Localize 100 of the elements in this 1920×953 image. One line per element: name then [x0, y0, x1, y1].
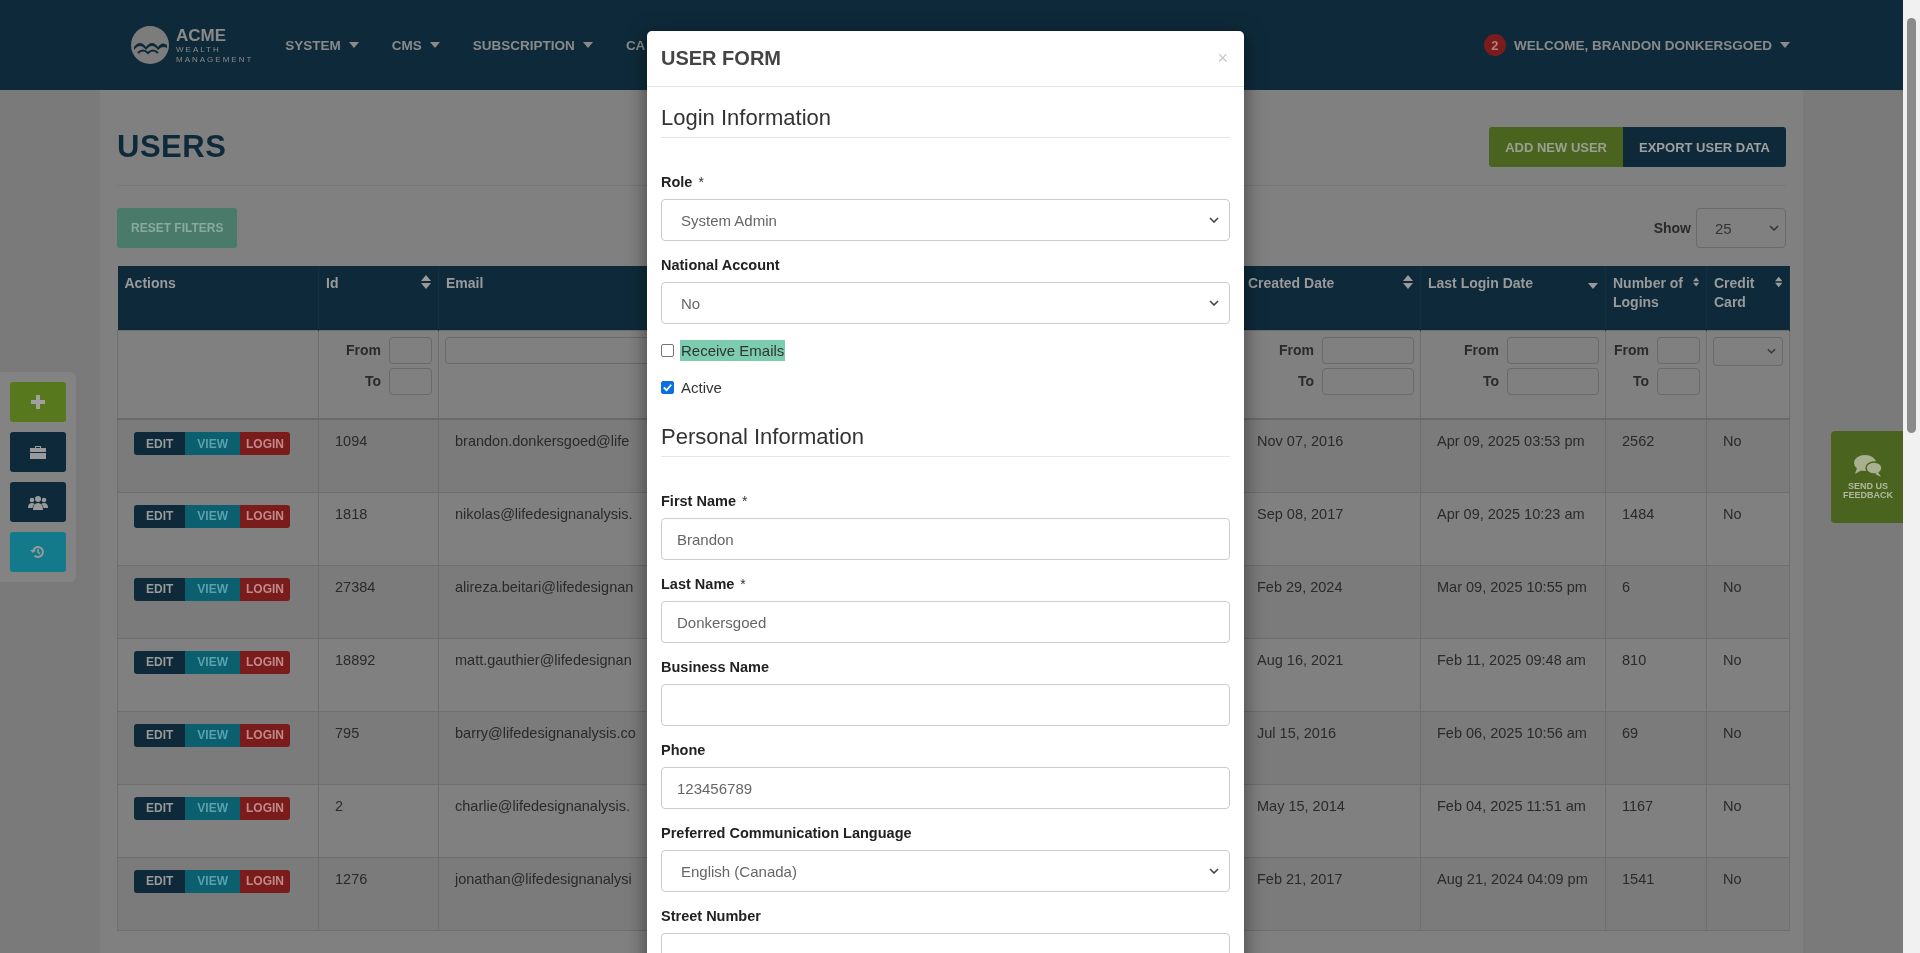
required-mark: *	[741, 493, 748, 509]
input-field[interactable]: Donkersgoed	[661, 601, 1230, 643]
briefcase-icon	[29, 444, 47, 460]
table-cell: 6	[1622, 578, 1631, 595]
view-button[interactable]: VIEW	[185, 577, 240, 601]
edit-button[interactable]: EDIT	[134, 504, 186, 528]
column-header[interactable]: Number of Logins	[1605, 266, 1707, 330]
table-cell: 1818	[335, 505, 368, 522]
nav-menu-item[interactable]: SYSTEM	[285, 37, 359, 53]
view-button[interactable]: VIEW	[185, 504, 240, 528]
edit-button[interactable]: EDIT	[134, 723, 186, 747]
table-cell: No	[1723, 870, 1742, 887]
view-button[interactable]: VIEW	[185, 869, 240, 893]
table-cell: Jul 15, 2016	[1257, 724, 1336, 741]
column-header[interactable]: Actions	[117, 266, 319, 330]
column-header[interactable]: Credit Card	[1706, 266, 1790, 330]
scrollbar[interactable]	[1903, 0, 1920, 953]
caret-icon	[429, 42, 440, 48]
field-label: National Account	[661, 257, 780, 273]
table-cell: 1541	[1622, 870, 1655, 887]
checkbox-label[interactable]: Receive Emails	[680, 340, 786, 361]
table-cell: Feb 29, 2024	[1257, 578, 1343, 595]
nav-menu-item[interactable]: CA	[625, 37, 646, 53]
checkbox-label[interactable]: Active	[680, 377, 723, 398]
chat-bubbles-icon	[1853, 454, 1883, 478]
table-cell: barry@lifedesignanalysis.co	[455, 724, 636, 741]
field-label: First Name	[661, 493, 736, 509]
login-button[interactable]: LOGIN	[240, 796, 290, 820]
table-cell: 18892	[335, 651, 376, 668]
page-size-select[interactable]: 25	[1696, 208, 1786, 248]
briefcase-button[interactable]	[10, 432, 66, 472]
table-cell: 795	[335, 724, 360, 741]
select-field[interactable]: English (Canada)	[661, 850, 1230, 892]
table-cell: Mar 09, 2025 10:55 pm	[1437, 578, 1587, 595]
export-button[interactable]: EXPORT USER DATA	[1623, 127, 1786, 167]
checkbox[interactable]	[661, 344, 674, 357]
table-cell: No	[1723, 724, 1742, 741]
table-cell: Aug 16, 2021	[1257, 651, 1344, 668]
table-cell: brandon.donkersgoed@life	[455, 433, 630, 449]
notification-badge[interactable]: 2	[1484, 34, 1506, 56]
login-button[interactable]: LOGIN	[240, 650, 290, 674]
select-field[interactable]: No	[661, 282, 1230, 324]
view-button[interactable]: VIEW	[185, 432, 240, 455]
dialog-title: USER FORM	[661, 47, 781, 70]
view-button[interactable]: VIEW	[185, 723, 240, 747]
field-label: Phone	[661, 742, 706, 758]
table-cell: No	[1723, 505, 1742, 522]
chevron-icon	[1209, 217, 1219, 223]
field-label: Preferred Communication Language	[661, 825, 912, 841]
table-cell: 810	[1622, 651, 1647, 668]
table-cell: No	[1723, 651, 1742, 668]
filter-select[interactable]	[1713, 336, 1783, 366]
login-button[interactable]: LOGIN	[240, 869, 290, 893]
select-field[interactable]: System Admin	[661, 199, 1230, 241]
table-cell: 1094	[335, 433, 368, 449]
sort-icon	[421, 274, 431, 290]
nav-menu-item[interactable]: CMS	[391, 37, 440, 53]
table-cell: Aug 21, 2024 04:09 pm	[1437, 870, 1588, 887]
table-cell: nikolas@lifedesignanalysis.	[455, 505, 633, 522]
edit-button[interactable]: EDIT	[134, 650, 186, 674]
add-user-button[interactable]: ADD NEW USER	[1489, 127, 1623, 167]
logo-tagline: MANAGEMENT	[176, 55, 254, 64]
table-cell: May 15, 2014	[1257, 797, 1345, 814]
input-field[interactable]: 123456789	[661, 767, 1230, 809]
login-button[interactable]: LOGIN	[240, 723, 290, 747]
section-heading: Personal Information	[661, 424, 1230, 457]
login-button[interactable]: LOGIN	[240, 504, 290, 528]
chevron-icon	[1769, 225, 1779, 231]
table-cell: Sep 08, 2017	[1257, 505, 1344, 522]
login-button[interactable]: LOGIN	[240, 432, 290, 455]
view-button[interactable]: VIEW	[185, 796, 240, 820]
show-label: Show	[1653, 220, 1691, 236]
logo-tagline: WEALTH	[176, 45, 222, 54]
field-label: Street Number	[661, 908, 761, 924]
edit-button[interactable]: EDIT	[134, 577, 186, 601]
history-button[interactable]	[10, 532, 66, 572]
caret-icon	[582, 42, 593, 48]
table-cell: 2562	[1622, 433, 1655, 449]
view-button[interactable]: VIEW	[185, 650, 240, 674]
table-cell: 1276	[335, 870, 368, 887]
input-field[interactable]: Brandon	[661, 518, 1230, 560]
wave-logo-icon	[130, 25, 170, 65]
feedback-button[interactable]: SEND US FEEDBACK	[1831, 431, 1905, 523]
sort-icon	[1774, 274, 1782, 290]
column-header[interactable]: Id	[318, 266, 439, 330]
filter-label: To	[1632, 373, 1649, 389]
login-button[interactable]: LOGIN	[240, 577, 290, 601]
section-heading: Login Information	[661, 105, 1230, 138]
input-field[interactable]	[661, 684, 1230, 726]
edit-button[interactable]: EDIT	[134, 796, 186, 820]
edit-button[interactable]: EDIT	[134, 432, 186, 455]
plus-button[interactable]	[10, 382, 66, 422]
table-cell: 69	[1622, 724, 1639, 741]
nav-menu-item[interactable]: SUBSCRIPTION	[472, 37, 593, 53]
table-cell: alireza.beitari@lifedesignan	[455, 578, 634, 595]
column-header[interactable]: Last Login Date	[1420, 266, 1606, 330]
edit-button[interactable]: EDIT	[134, 869, 186, 893]
checkbox[interactable]	[661, 381, 674, 394]
user-menu[interactable]: WELCOME, BRANDON DONKERSGOED	[1514, 37, 1790, 53]
users-button[interactable]	[10, 482, 66, 522]
